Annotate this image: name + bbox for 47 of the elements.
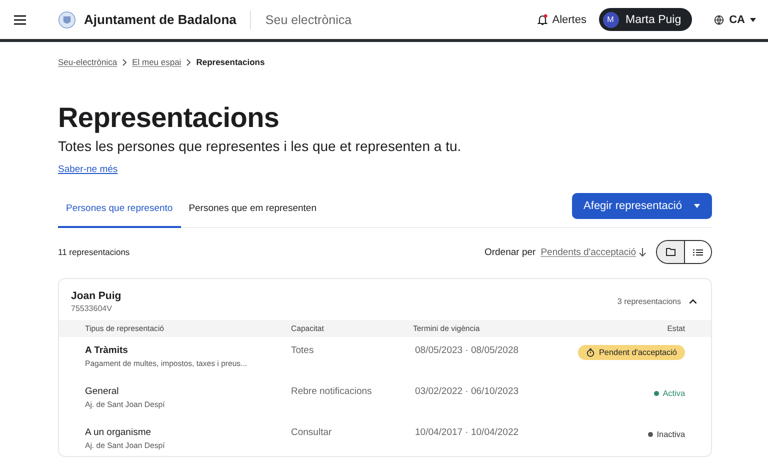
person-id: 75533604V bbox=[71, 304, 113, 313]
representation-type: A Tràmits bbox=[85, 345, 129, 356]
chevron-right-icon bbox=[186, 58, 192, 66]
tab[interactable]: Persones que em representen bbox=[180, 193, 324, 228]
caret-icon bbox=[750, 18, 756, 22]
emblem-icon bbox=[58, 10, 76, 28]
globe-icon bbox=[714, 14, 724, 24]
validity-period: 03/02/2022 · 06/10/2023 bbox=[414, 386, 520, 397]
sort-selector[interactable]: Pendents d'acceptació bbox=[540, 246, 646, 258]
capacity-cell-text: Totes bbox=[291, 345, 315, 356]
representation-type: General bbox=[85, 386, 120, 397]
breadcrumb-link[interactable]: El meu espai bbox=[132, 57, 182, 67]
section-title: Seu electrònica bbox=[265, 12, 352, 26]
representation-type: A un organisme bbox=[85, 427, 152, 438]
list-icon bbox=[693, 248, 703, 256]
add-representation-button[interactable]: Afegir representació bbox=[572, 193, 712, 219]
folder-icon bbox=[666, 248, 676, 256]
status-label: Pendent d'acceptació bbox=[598, 348, 677, 357]
status-label: Activa bbox=[662, 389, 685, 398]
menu-icon[interactable] bbox=[14, 14, 26, 24]
breadcrumb-link[interactable]: Representacions bbox=[196, 57, 265, 67]
validity-period: 08/05/2023 · 08/05/2028 bbox=[414, 345, 520, 356]
arrow-down-icon bbox=[639, 248, 646, 256]
status-label: Inactiva bbox=[656, 430, 685, 439]
tab[interactable]: Persones que represento bbox=[58, 193, 181, 228]
capacity-cell-text: Consultar bbox=[291, 427, 333, 438]
caret-icon bbox=[694, 204, 700, 208]
representation-count: 3 representacions bbox=[617, 297, 681, 306]
timer-icon bbox=[586, 348, 595, 357]
person-name: Joan Puig bbox=[71, 290, 122, 302]
folder-view-button[interactable] bbox=[657, 241, 684, 263]
list-view-button[interactable] bbox=[684, 241, 711, 263]
validity-period: 10/04/2017 · 10/04/2022 bbox=[414, 427, 520, 438]
breadcrumb-link[interactable]: Seu-electrònica bbox=[58, 57, 118, 67]
user-menu-button[interactable]: M Marta Puig bbox=[598, 8, 692, 31]
chevron-right-icon bbox=[122, 58, 128, 66]
page-title: Representacions bbox=[58, 102, 280, 134]
organization-name: Ajuntament de Badalona bbox=[84, 12, 236, 27]
language-selector[interactable]: CA bbox=[714, 14, 756, 26]
results-count: 11 representacions bbox=[58, 247, 130, 257]
learn-more-link[interactable]: Saber-ne més bbox=[58, 164, 118, 175]
user-avatar: M bbox=[602, 12, 618, 28]
capacity-cell-text: Rebre notificacions bbox=[291, 386, 373, 397]
alerts-button[interactable]: Alertes bbox=[537, 14, 586, 26]
chevron-up-icon[interactable] bbox=[689, 299, 697, 304]
page-subtitle: Totes les persones que representes i les que et representen a tu. bbox=[58, 138, 462, 154]
sort-label: Ordenar per bbox=[484, 246, 536, 258]
